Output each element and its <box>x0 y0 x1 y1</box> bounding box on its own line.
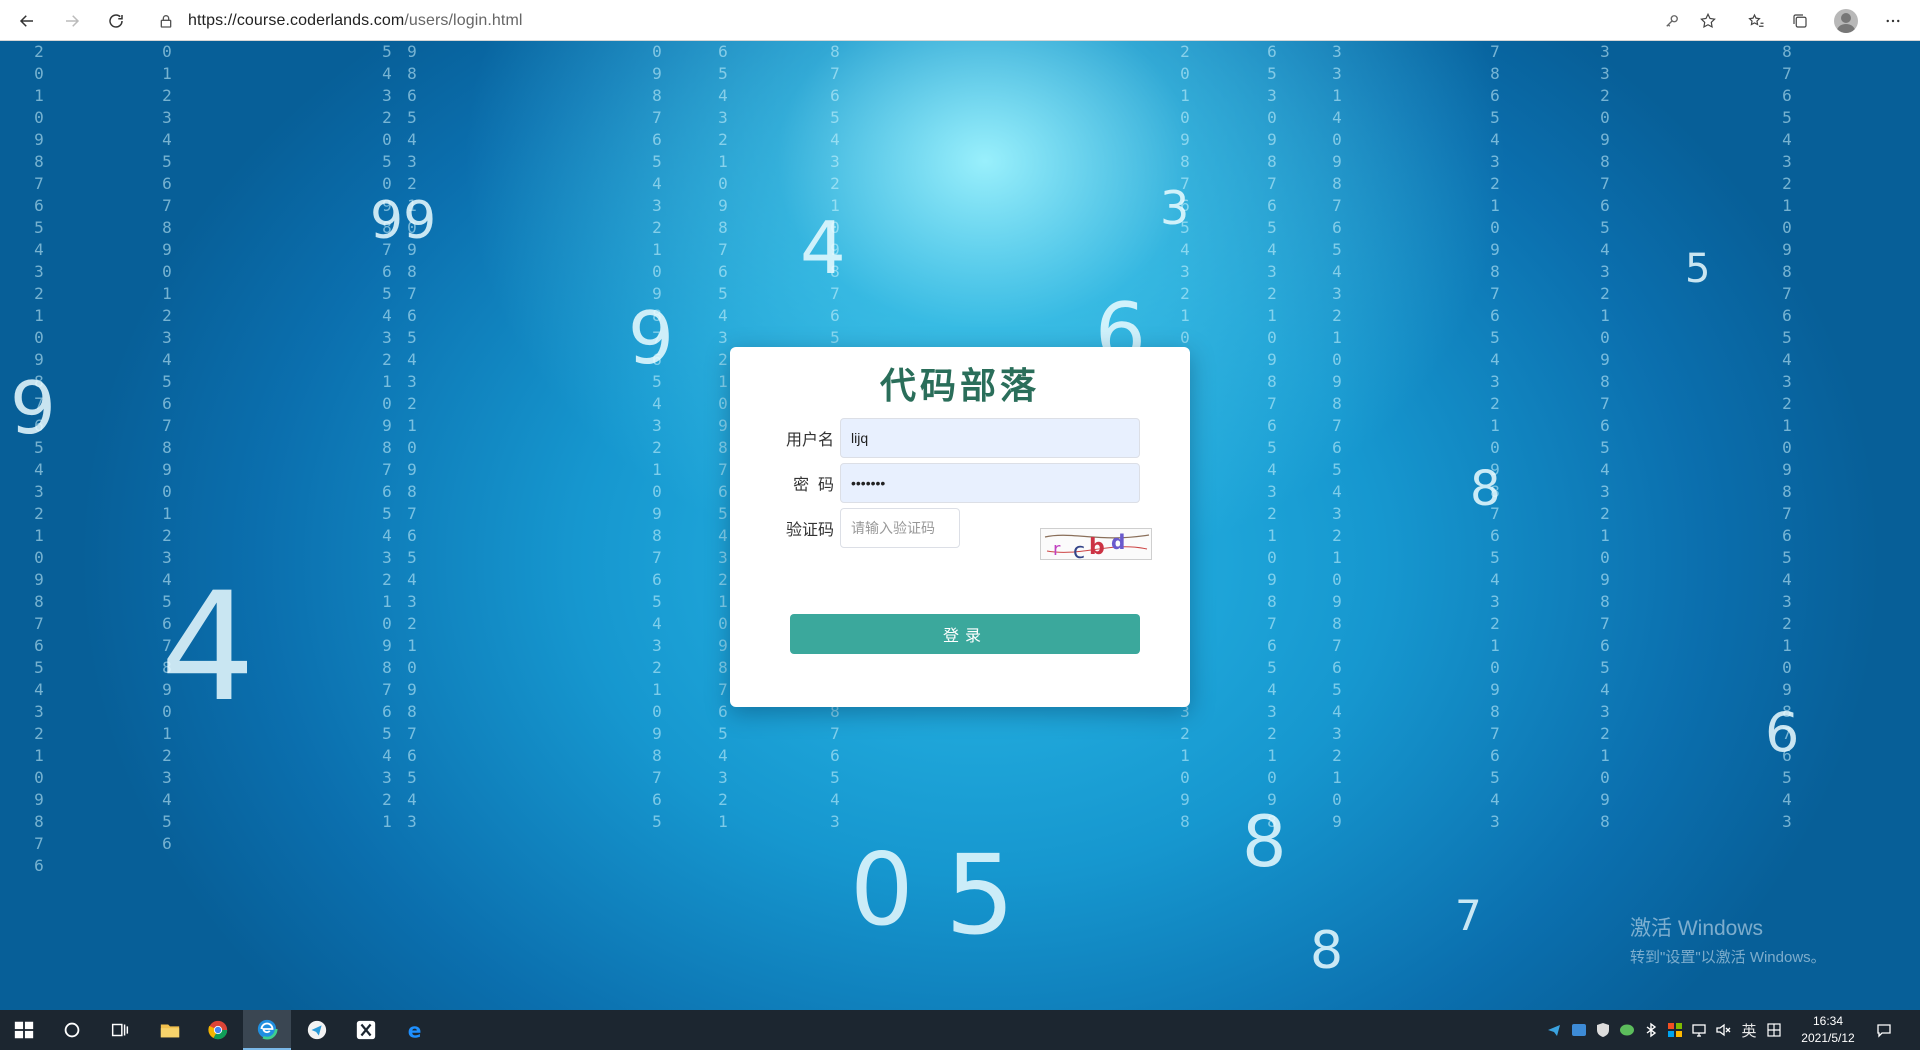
edge-icon <box>256 1018 278 1040</box>
add-favorite-button[interactable] <box>1695 8 1721 34</box>
digit-rain-column: 0 9 8 7 6 5 4 3 2 1 0 9 8 7 6 5 4 3 2 1 … <box>652 42 662 831</box>
svg-text:e: e <box>408 1019 422 1041</box>
paper-plane-icon <box>307 1020 327 1040</box>
internet-explorer-icon: e <box>408 1019 422 1041</box>
app-colorful-tray-icon[interactable] <box>1667 1022 1683 1038</box>
star-plus-icon <box>1700 12 1716 29</box>
forward-arrow-icon <box>66 15 80 27</box>
decorative-digit: 3 <box>1160 181 1190 235</box>
xmind-button[interactable] <box>342 1010 390 1050</box>
notifications-button[interactable] <box>1876 1022 1892 1038</box>
digit-rain-column: 6 5 3 0 9 8 7 6 5 4 3 2 1 0 9 8 7 6 5 4 … <box>1267 42 1277 831</box>
telegram-tray-icon[interactable] <box>1546 1022 1562 1038</box>
decorative-digit: 7 <box>1455 891 1482 940</box>
volume-muted-tray-icon[interactable] <box>1715 1022 1731 1038</box>
digit-rain-column: 3 3 1 4 0 9 8 7 6 5 4 3 2 1 0 9 8 7 6 5 … <box>1332 42 1342 831</box>
back-button[interactable] <box>12 6 42 36</box>
site-title: 代码部落 <box>879 365 1040 407</box>
decorative-digit: 4 <box>160 561 256 735</box>
url-path: /users/login.html <box>404 12 523 29</box>
url-host: https://course.coderlands.com <box>188 12 405 29</box>
digit-rain-column: 7 8 6 5 4 3 2 1 0 9 8 7 6 5 4 3 2 1 0 9 … <box>1490 42 1500 831</box>
app-tray-icon[interactable] <box>1571 1022 1587 1038</box>
decorative-digit: 9 <box>628 296 674 380</box>
digit-rain-column: 3 3 2 0 9 8 7 6 5 4 3 2 1 0 9 8 7 6 5 4 … <box>1600 42 1610 831</box>
watermark-subtitle: 转到"设置"以激活 Windows。 <box>1630 949 1826 966</box>
task-view-icon <box>111 1023 129 1037</box>
username-label: 用户名 <box>785 432 834 449</box>
refresh-icon <box>109 14 123 28</box>
search-button[interactable] <box>48 1010 96 1050</box>
decorative-digit: 6 <box>1765 701 1800 764</box>
password-label: 密 码 <box>793 477 834 494</box>
decorative-digit: 5 <box>1685 246 1711 292</box>
captcha-graphic: r c b d <box>1044 530 1150 560</box>
url-text: https://course.coderlands.com/users/logi… <box>188 12 523 30</box>
shield-tray-icon[interactable] <box>1595 1022 1611 1038</box>
favorites-button[interactable] <box>1743 8 1769 34</box>
start-button[interactable] <box>0 1010 48 1050</box>
svg-text:d: d <box>1111 530 1125 554</box>
svg-text:c: c <box>1073 539 1085 560</box>
ellipsis-icon <box>1886 19 1900 23</box>
chrome-button[interactable] <box>194 1010 242 1050</box>
digit-rain-column: 6 5 4 3 2 1 0 9 8 7 6 5 4 3 2 1 0 9 8 7 … <box>718 42 728 831</box>
folder-icon <box>160 1024 180 1038</box>
decorative-digit: 0 <box>850 831 914 948</box>
system-clock[interactable]: 16:34 2021/5/12 <box>1788 1013 1868 1047</box>
back-arrow-icon <box>19 15 33 27</box>
forward-button[interactable] <box>57 6 87 36</box>
login-card: 代码部落 用户名 密 码 验证码 r c b d 登录 <box>730 347 1190 707</box>
decorative-digit: 8 <box>1310 921 1344 981</box>
captcha-label: 验证码 <box>785 522 834 539</box>
wechat-tray-icon[interactable] <box>1619 1022 1635 1038</box>
more-menu-button[interactable] <box>1880 8 1906 34</box>
network-tray-icon[interactable] <box>1691 1022 1707 1038</box>
taskbar: e 英 16:34 2021/5/12 <box>0 1010 1920 1050</box>
decorative-digit: 9 <box>10 366 56 450</box>
svg-text:b: b <box>1089 535 1105 560</box>
decorative-digit: 5 <box>945 831 1015 959</box>
windows-logo-icon <box>14 1021 34 1039</box>
decorative-digit: 8 <box>1470 461 1501 517</box>
svg-text:r: r <box>1053 539 1061 560</box>
watermark-title: 激活 Windows <box>1630 917 1764 940</box>
edge-button[interactable] <box>243 1010 291 1050</box>
collections-button[interactable] <box>1787 8 1813 34</box>
key-icon <box>1666 15 1678 27</box>
clock-date: 2021/5/12 <box>1801 1031 1855 1045</box>
digit-rain-column: 2 0 1 0 9 8 7 6 5 4 3 2 1 0 9 8 7 6 5 4 … <box>34 42 44 875</box>
password-input[interactable] <box>840 463 1140 503</box>
profile-avatar[interactable] <box>1834 9 1858 33</box>
lock-icon <box>160 15 172 28</box>
telegram-button[interactable] <box>293 1010 341 1050</box>
notification-icon <box>1877 1024 1891 1038</box>
captcha-image[interactable]: r c b d <box>1040 528 1152 560</box>
refresh-button[interactable] <box>101 6 131 36</box>
task-view-button[interactable] <box>96 1010 144 1050</box>
digit-rain-column: 9 8 6 5 4 3 2 1 0 9 8 7 6 5 4 3 2 1 0 9 … <box>407 42 417 831</box>
bluetooth-tray-icon[interactable] <box>1643 1022 1659 1038</box>
favorites-list-icon <box>1748 13 1764 27</box>
file-explorer-button[interactable] <box>146 1010 194 1050</box>
password-key-button[interactable] <box>1659 8 1685 34</box>
collections-icon <box>1793 14 1807 28</box>
address-bar[interactable]: https://course.coderlands.com/users/logi… <box>150 5 1690 37</box>
ime-grid-icon[interactable] <box>1766 1022 1782 1038</box>
browser-toolbar: https://course.coderlands.com/users/logi… <box>0 0 1920 41</box>
chrome-icon <box>208 1020 228 1040</box>
decorative-digit: 8 <box>1242 801 1287 883</box>
x-app-icon <box>356 1020 376 1040</box>
activate-windows-watermark: 激活 Windows 转到"设置"以激活 Windows。 <box>1630 912 1826 967</box>
clock-time: 16:34 <box>1812 1014 1844 1028</box>
ie-button[interactable]: e <box>392 1010 440 1050</box>
captcha-input[interactable] <box>840 508 960 548</box>
decorative-digit: 99 <box>370 191 437 251</box>
username-input[interactable] <box>840 418 1140 458</box>
ime-indicator[interactable]: 英 <box>1740 1022 1758 1040</box>
login-button[interactable]: 登录 <box>790 614 1140 654</box>
search-circle-icon <box>64 1022 80 1038</box>
digit-rain-column: 5 4 3 2 0 5 0 9 8 7 6 5 4 3 2 1 0 9 8 7 … <box>382 42 392 831</box>
decorative-digit: 4 <box>800 206 846 290</box>
